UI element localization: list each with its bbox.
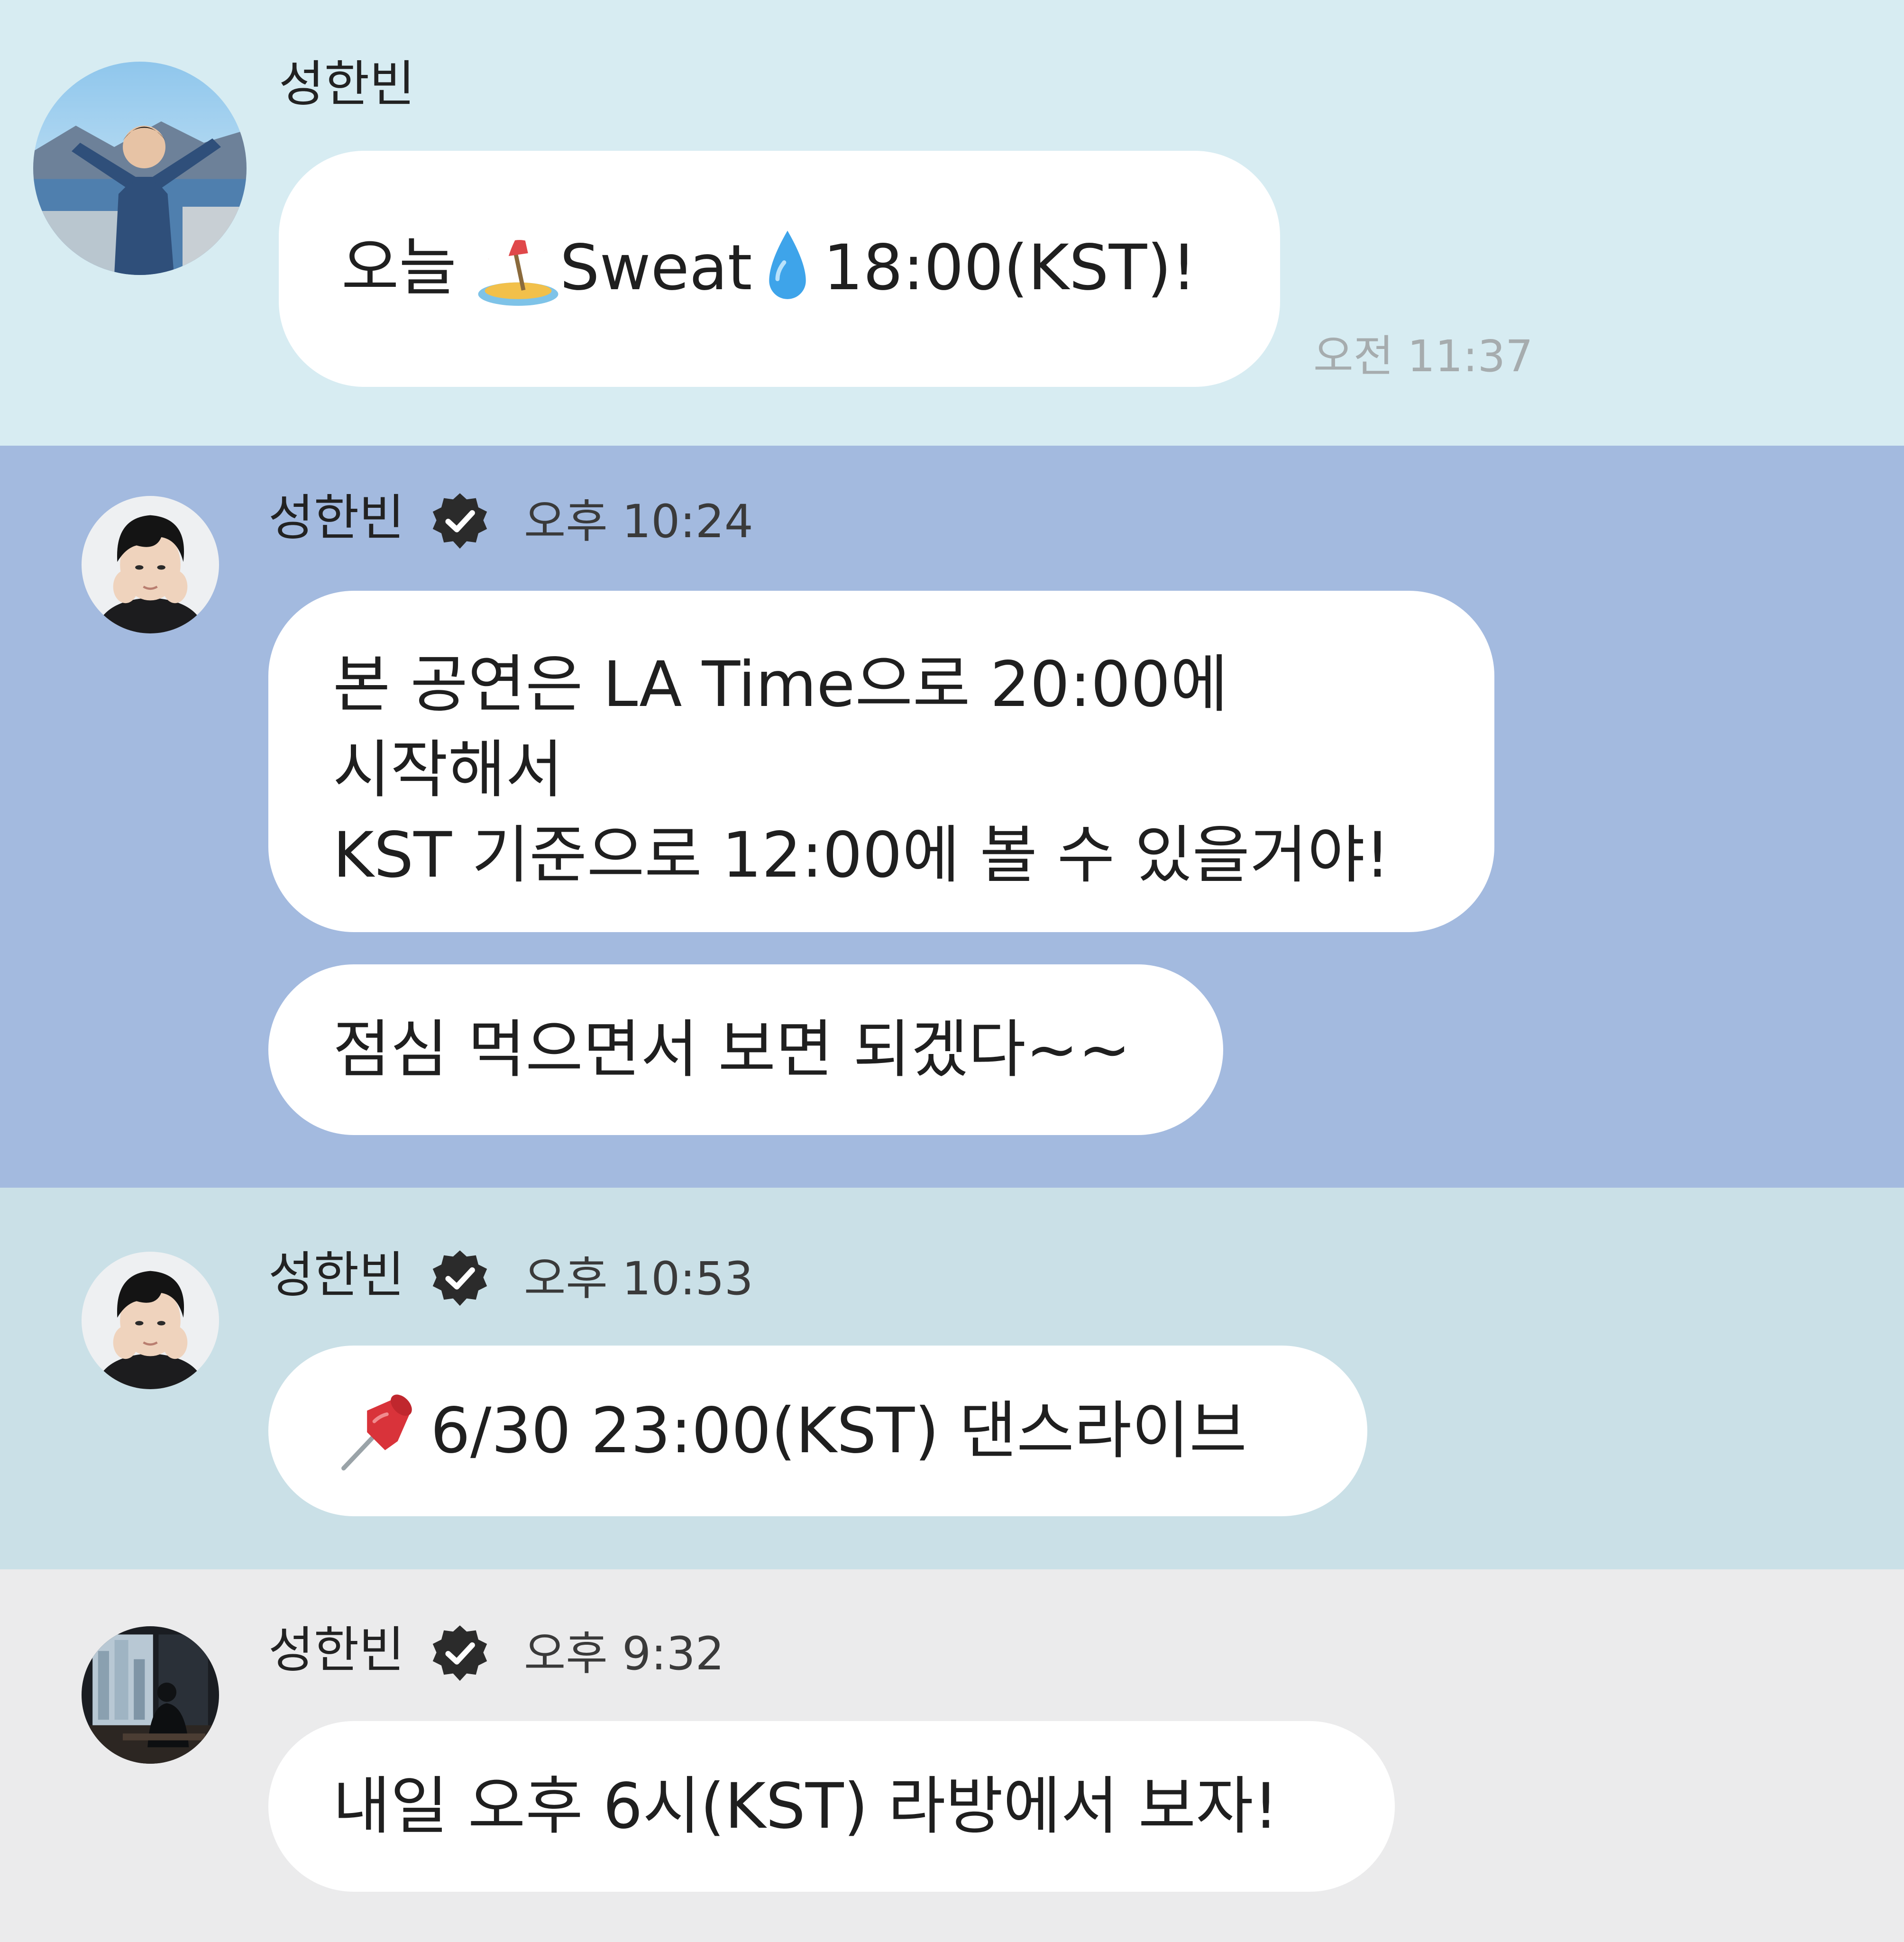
message-group-2: 성한빈 오후 10:24 본 공연은 LA Time으로 20:00에 시작해서… bbox=[0, 446, 1904, 1188]
profile-photo-window bbox=[82, 1626, 219, 1764]
sender-name[interactable]: 성한빈 bbox=[268, 1250, 404, 1300]
verified-badge-icon bbox=[432, 1250, 487, 1306]
avatar[interactable] bbox=[82, 1252, 219, 1389]
message-text: Sweat bbox=[559, 231, 752, 304]
message-bubble[interactable]: 내일 오후 6시(KST) 라방에서 보자! bbox=[268, 1721, 1395, 1892]
avatar[interactable] bbox=[82, 1626, 219, 1764]
message-group-3: 성한빈 오후 10:53 6/30 23:00(KST) 댄스라이브 bbox=[0, 1188, 1904, 1569]
sender-name[interactable]: 성한빈 bbox=[268, 1625, 404, 1675]
profile-photo-waterfront bbox=[33, 62, 247, 275]
timestamp: 오후 10:53 bbox=[524, 1252, 753, 1305]
message-text-line: 본 공연은 LA Time으로 20:00에 bbox=[333, 648, 1228, 721]
message-bubble[interactable]: 6/30 23:00(KST) 댄스라이브 bbox=[268, 1346, 1367, 1516]
beach-umbrella-icon bbox=[476, 226, 560, 309]
message-text: 6/30 23:00(KST) 댄스라이브 bbox=[430, 1394, 1247, 1467]
message-text: 점심 먹으면서 보면 되겠다~~ bbox=[333, 1013, 1131, 1086]
message-bubble[interactable]: 본 공연은 LA Time으로 20:00에 시작해서 KST 기준으로 12:… bbox=[268, 591, 1494, 932]
message-group-4: 성한빈 오후 9:32 내일 오후 6시(KST) 라방에서 보자! bbox=[0, 1569, 1904, 1942]
message-bubble[interactable]: 점심 먹으면서 보면 되겠다~~ bbox=[268, 964, 1223, 1135]
verified-badge-icon bbox=[432, 1625, 487, 1681]
sender-name[interactable]: 성한빈 bbox=[279, 59, 415, 109]
timestamp: 오후 9:32 bbox=[524, 1627, 724, 1680]
message-text: 오늘 bbox=[341, 231, 476, 304]
profile-photo-face bbox=[82, 1252, 219, 1389]
sender-name[interactable]: 성한빈 bbox=[268, 493, 404, 542]
timestamp: 오후 10:24 bbox=[524, 495, 753, 548]
message-text: 18:00(KST)! bbox=[823, 231, 1197, 304]
message-text-line: KST 기준으로 12:00에 볼 수 있을거야! bbox=[333, 819, 1390, 892]
message-bubble[interactable]: 오늘 Sweat 18:00(KST)! bbox=[279, 151, 1280, 387]
message-text-line: 시작해서 bbox=[333, 733, 563, 806]
profile-photo-face bbox=[82, 496, 219, 633]
droplet-icon bbox=[752, 226, 823, 309]
message-text: 내일 오후 6시(KST) 라방에서 보자! bbox=[333, 1770, 1279, 1843]
message-group-1: 성한빈 오늘 Sweat 18:00(KST)! 오전 11:37 bbox=[0, 0, 1904, 446]
avatar[interactable] bbox=[82, 496, 219, 633]
verified-badge-icon bbox=[432, 493, 487, 549]
timestamp: 오전 11:37 bbox=[1313, 331, 1533, 382]
pushpin-icon bbox=[333, 1385, 423, 1475]
avatar[interactable] bbox=[33, 62, 247, 275]
